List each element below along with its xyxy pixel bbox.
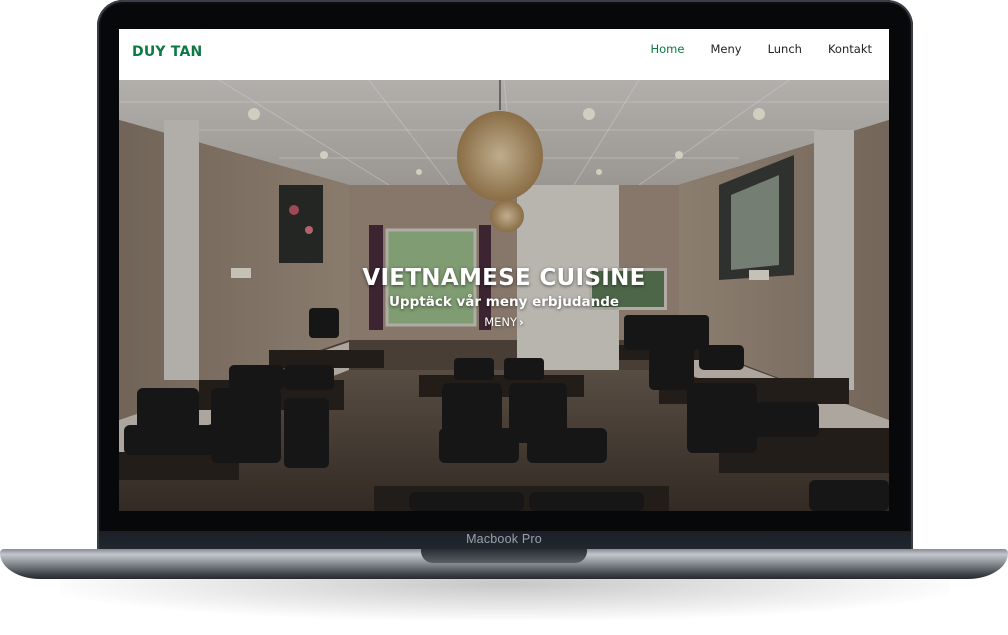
hero-meny-link[interactable]: MENY › bbox=[484, 313, 524, 331]
hero-caption: VIETNAMESE CUISINE Upptäck vår meny erbj… bbox=[119, 263, 889, 331]
device-label: Macbook Pro bbox=[466, 532, 542, 546]
nav-link-home[interactable]: Home bbox=[625, 42, 685, 56]
site-navbar: DUY TAN Home Meny Lunch Kontakt bbox=[119, 29, 889, 80]
laptop-notch bbox=[421, 549, 587, 563]
laptop-shadow bbox=[60, 575, 950, 620]
laptop-screen: DUY TAN Home Meny Lunch Kontakt VIETNAME… bbox=[119, 29, 889, 511]
hero-section: VIETNAMESE CUISINE Upptäck vår meny erbj… bbox=[119, 80, 889, 511]
hero-meny-label: MENY bbox=[484, 315, 518, 329]
site-brand-logo[interactable]: DUY TAN bbox=[132, 44, 202, 60]
chevron-right-icon: › bbox=[519, 315, 524, 329]
nav-link-meny[interactable]: Meny bbox=[684, 42, 741, 56]
hero-subtitle: Upptäck vår meny erbjudande bbox=[388, 294, 620, 310]
nav-menu: Home Meny Lunch Kontakt bbox=[625, 42, 873, 56]
nav-link-kontakt[interactable]: Kontakt bbox=[802, 42, 872, 56]
hero-title: VIETNAMESE CUISINE bbox=[362, 265, 646, 291]
nav-link-lunch[interactable]: Lunch bbox=[742, 42, 802, 56]
